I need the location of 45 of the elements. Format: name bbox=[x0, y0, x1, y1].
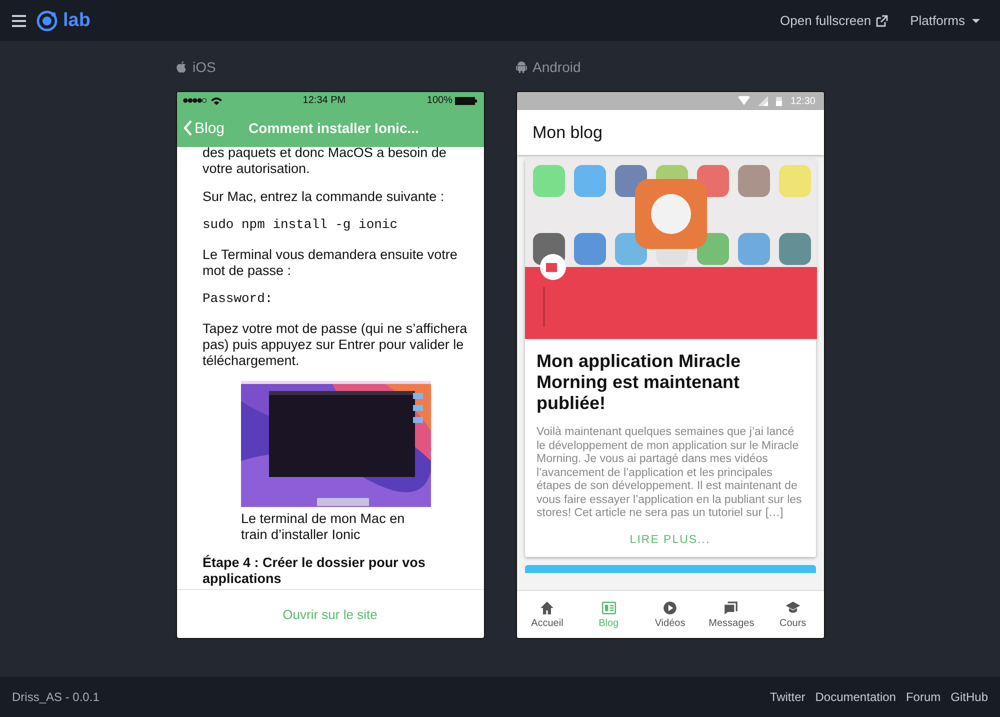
footer-link[interactable]: Documentation bbox=[815, 690, 896, 704]
footer-link[interactable]: Forum bbox=[906, 690, 941, 704]
tab[interactable]: Accueil bbox=[516, 591, 578, 638]
section-heading: Étape 4 : Créer le dossier pour vos applications bbox=[202, 555, 426, 587]
code-line: sudo npm install -g ionic bbox=[202, 217, 399, 233]
messages-icon bbox=[723, 600, 740, 616]
paragraph: des paquets et donc MacOS a besoin de votre autorisation. bbox=[202, 147, 448, 177]
play-icon bbox=[662, 600, 678, 616]
android-icon bbox=[516, 61, 526, 73]
code-line: Password: bbox=[202, 291, 274, 307]
menu-icon[interactable] bbox=[12, 14, 26, 26]
version-label: Driss_AS - 0.0.1 bbox=[12, 690, 100, 704]
logo-icon bbox=[36, 10, 58, 32]
footer-link[interactable]: Twitter bbox=[770, 690, 806, 704]
platforms-dropdown[interactable]: Platforms bbox=[904, 13, 988, 28]
battery-percent: 100% bbox=[426, 95, 452, 106]
signal-icon bbox=[182, 98, 206, 103]
signal-icon bbox=[758, 96, 768, 106]
paragraph: Sur Mac, entrez la commande suivante : bbox=[202, 189, 446, 205]
post-title: Mon application Miracle Morning est maintenant publiée! bbox=[536, 351, 742, 414]
brand-name: lab bbox=[63, 10, 90, 32]
news-icon bbox=[600, 600, 617, 616]
toolbar-title: Mon blog bbox=[532, 122, 602, 142]
tab[interactable]: Cours bbox=[762, 591, 824, 638]
chevron-left-icon bbox=[182, 120, 192, 136]
image-caption: Le terminal de mon Mac en train d’installer Ionic bbox=[241, 511, 406, 543]
paragraph: Le Terminal vous demandera ensuite votre mot de passe : bbox=[202, 247, 458, 279]
battery-icon bbox=[776, 96, 782, 106]
external-link-icon bbox=[876, 14, 888, 26]
status-time: 12:30 bbox=[790, 96, 816, 106]
tab[interactable]: Vidéos bbox=[639, 591, 701, 638]
status-time: 12:34 PM bbox=[302, 95, 346, 106]
page-title: Comment installer Ionic... bbox=[248, 120, 419, 136]
platform-label: Android bbox=[532, 59, 581, 75]
paragraph: Tapez votre mot de passe (qui ne s’affichera pas) puis appuyez sur Entrer pour valider le téléchargement. bbox=[202, 321, 468, 369]
wifi-icon bbox=[210, 96, 222, 104]
wifi-icon bbox=[738, 96, 750, 106]
footer-link[interactable]: GitHub bbox=[950, 690, 988, 704]
tab[interactable]: Messages bbox=[700, 591, 762, 638]
battery-icon bbox=[455, 96, 478, 104]
home-icon bbox=[539, 600, 556, 616]
post-excerpt: Voilà maintenant quelques semaines que j’ai lancé le développement de mon application sur le Miracle Morning. Je vous ai partagé dans mes vidéos l’avancement de l’application et les principales étapes de son développement. Il est maintenant de vous faire essayer l’application en la publiant sur les stores! Cet article ne sera pas un tutoriel sur […] bbox=[536, 426, 803, 520]
apple-icon bbox=[176, 61, 186, 73]
fullscreen-button[interactable]: Open fullscreen bbox=[774, 13, 894, 28]
platform-label: iOS bbox=[192, 59, 216, 75]
